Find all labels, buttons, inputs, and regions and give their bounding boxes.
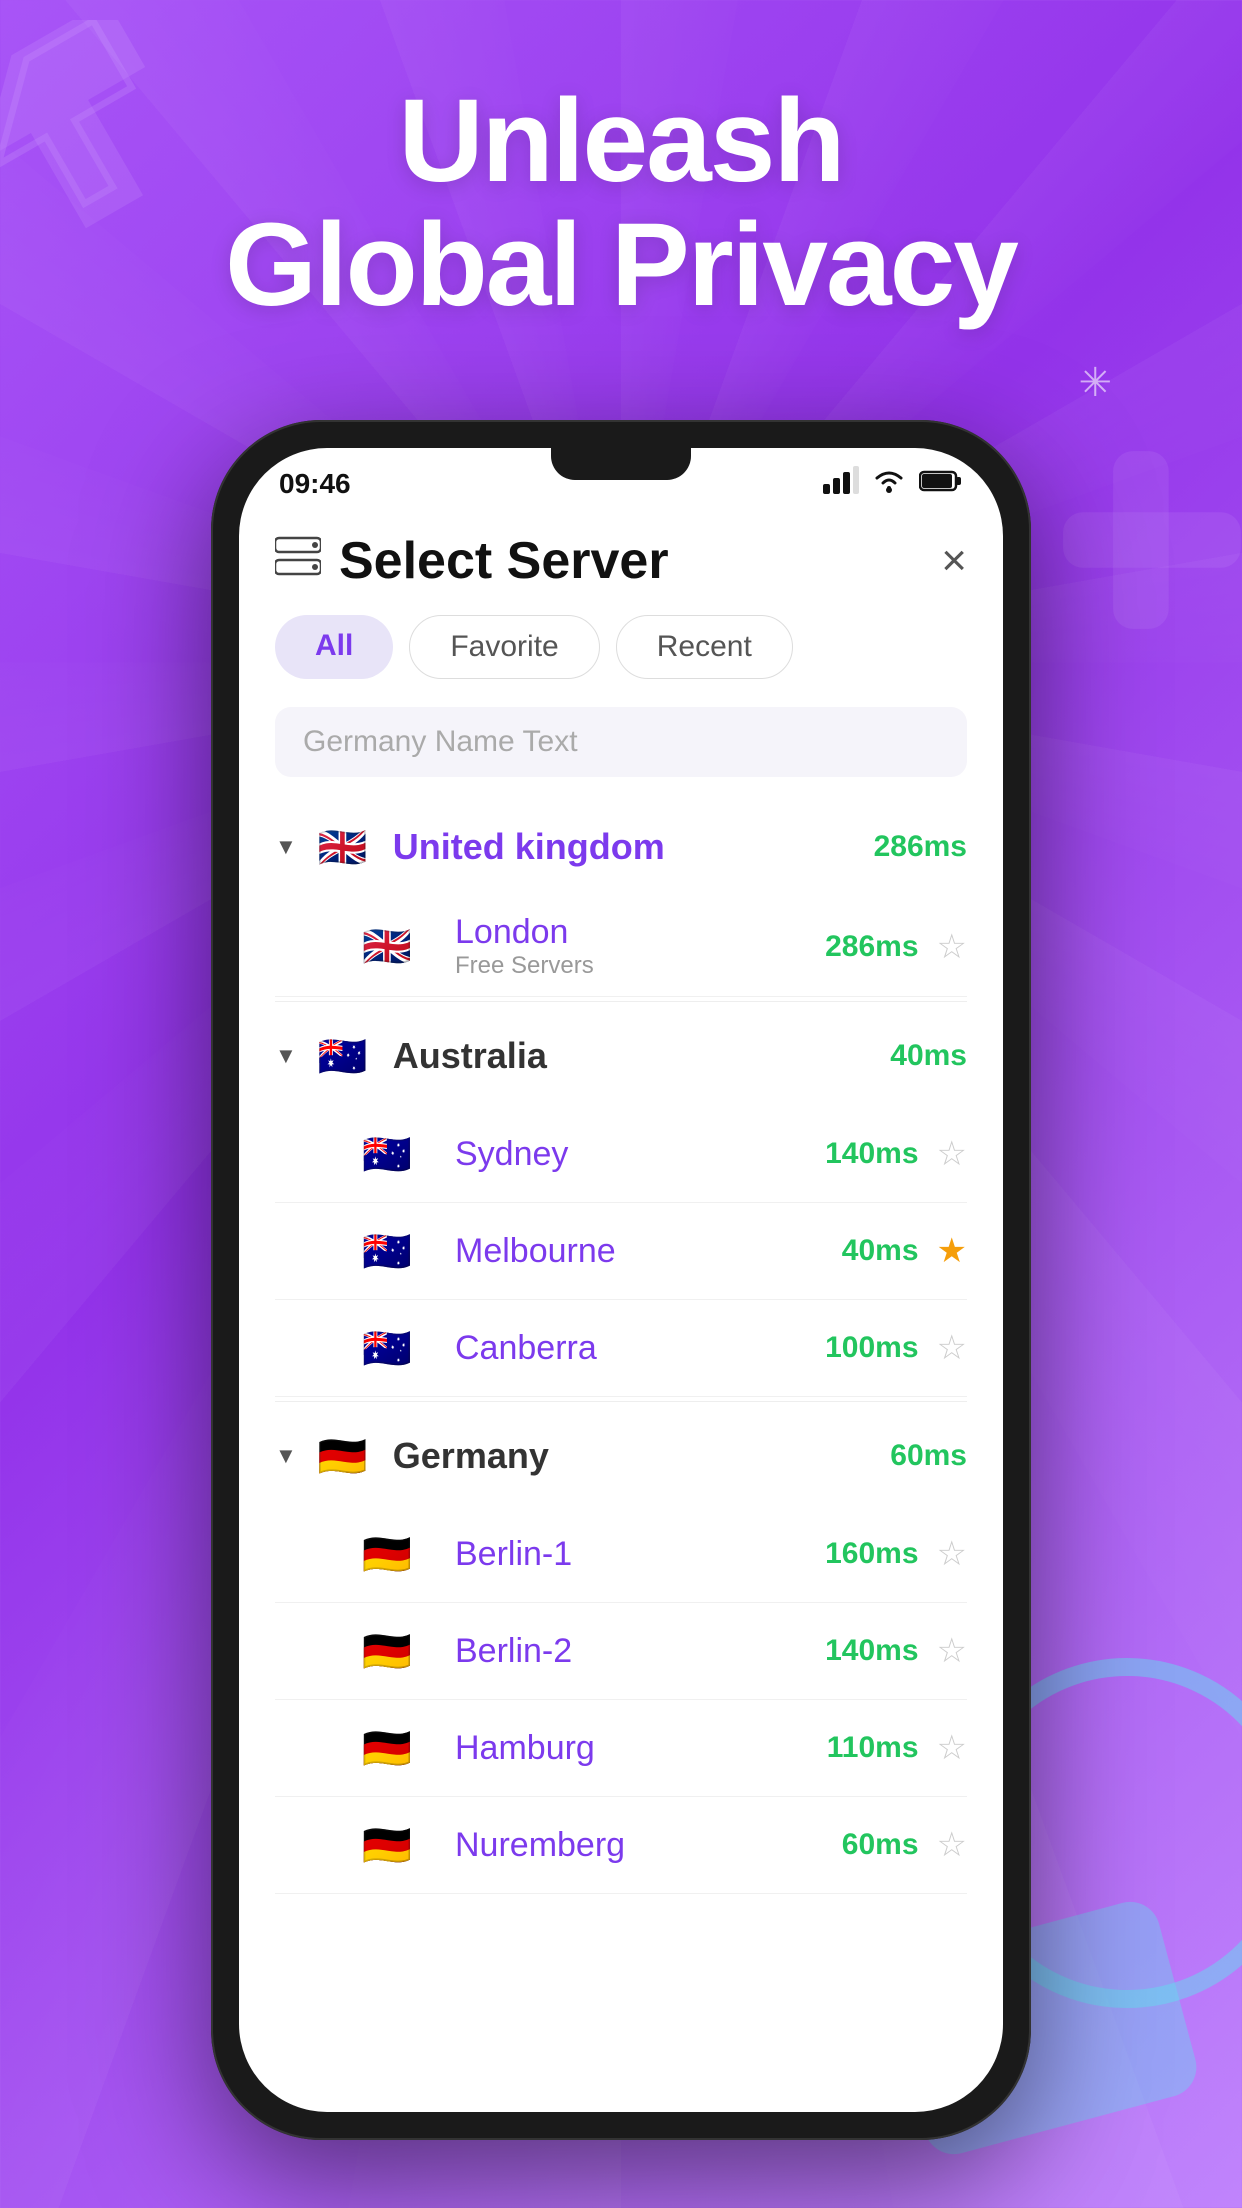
server-berlin2[interactable]: 🇩🇪 Berlin-2 140ms ☆ — [275, 1603, 967, 1700]
server-name-hamburg: Hamburg — [455, 1729, 827, 1768]
flag-hamburg: 🇩🇪 — [355, 1716, 419, 1780]
select-server-header: Select Server × — [275, 511, 967, 615]
latency-nuremberg: 60ms — [842, 1828, 919, 1862]
favorite-berlin1[interactable]: ☆ — [937, 1534, 967, 1574]
server-nuremberg-info: Nuremberg — [455, 1826, 842, 1865]
search-placeholder: Germany Name Text — [303, 725, 578, 758]
server-hamburg[interactable]: 🇩🇪 Hamburg 110ms ☆ — [275, 1700, 967, 1797]
latency-uk: 286ms — [874, 830, 967, 864]
server-list-icon — [275, 536, 321, 587]
flag-nuremberg: 🇩🇪 — [355, 1813, 419, 1877]
server-sydney-info: Sydney — [455, 1135, 825, 1174]
flag-germany: 🇩🇪 — [311, 1424, 375, 1488]
latency-berlin1: 160ms — [825, 1537, 918, 1571]
server-name-canberra: Canberra — [455, 1329, 825, 1368]
favorite-melbourne[interactable]: ★ — [937, 1231, 967, 1271]
favorite-london[interactable]: ☆ — [937, 927, 967, 967]
tab-favorite[interactable]: Favorite — [409, 615, 599, 679]
bg-shape-cross — [1052, 440, 1242, 640]
server-sydney[interactable]: 🇦🇺 Sydney 140ms ☆ — [275, 1106, 967, 1203]
status-icons — [823, 466, 963, 501]
latency-berlin2: 140ms — [825, 1634, 918, 1668]
app-content: Select Server × All Favorite Recent Germ… — [239, 511, 1003, 1894]
phone-screen: 09:46 — [239, 448, 1003, 2112]
latency-canberra: 100ms — [825, 1331, 918, 1365]
tabs-row: All Favorite Recent — [275, 615, 967, 679]
latency-germany: 60ms — [890, 1439, 967, 1473]
server-melbourne-info: Melbourne — [455, 1232, 842, 1271]
server-sub-london: Free Servers — [455, 952, 825, 980]
header-left: Select Server — [275, 531, 669, 591]
country-name-uk: United kingdom — [393, 826, 874, 868]
server-london-info: London Free Servers — [455, 913, 825, 980]
server-name-sydney: Sydney — [455, 1135, 825, 1174]
server-name-berlin1: Berlin-1 — [455, 1535, 825, 1574]
flag-sydney: 🇦🇺 — [355, 1122, 419, 1186]
headline-line1: Unleash — [0, 80, 1242, 204]
server-canberra-info: Canberra — [455, 1329, 825, 1368]
phone-mockup: 09:46 — [211, 420, 1031, 2140]
wifi-icon — [871, 466, 907, 501]
favorite-hamburg[interactable]: ☆ — [937, 1728, 967, 1768]
close-button[interactable]: × — [941, 536, 967, 586]
server-berlin2-info: Berlin-2 — [455, 1632, 825, 1671]
search-bar[interactable]: Germany Name Text — [275, 707, 967, 777]
tab-all[interactable]: All — [275, 615, 393, 679]
flag-melbourne: 🇦🇺 — [355, 1219, 419, 1283]
favorite-berlin2[interactable]: ☆ — [937, 1631, 967, 1671]
latency-melbourne: 40ms — [842, 1234, 919, 1268]
server-name-berlin2: Berlin-2 — [455, 1632, 825, 1671]
latency-hamburg: 110ms — [827, 1731, 919, 1765]
flag-australia: 🇦🇺 — [311, 1024, 375, 1088]
server-nuremberg[interactable]: 🇩🇪 Nuremberg 60ms ☆ — [275, 1797, 967, 1894]
headline: Unleash Global Privacy — [0, 80, 1242, 328]
bg-sparkle: ✳ — [1078, 360, 1112, 406]
server-canberra[interactable]: 🇦🇺 Canberra 100ms ☆ — [275, 1300, 967, 1397]
battery-icon — [919, 468, 963, 500]
server-name-london: London — [455, 913, 825, 952]
server-hamburg-info: Hamburg — [455, 1729, 827, 1768]
server-name-nuremberg: Nuremberg — [455, 1826, 842, 1865]
server-name-melbourne: Melbourne — [455, 1232, 842, 1271]
server-list: ▼ 🇬🇧 United kingdom 286ms 🇬🇧 London Free… — [275, 797, 967, 1894]
country-name-australia: Australia — [393, 1035, 890, 1077]
server-berlin1-info: Berlin-1 — [455, 1535, 825, 1574]
tab-recent[interactable]: Recent — [616, 615, 793, 679]
page-title: Select Server — [339, 531, 669, 591]
headline-line2: Global Privacy — [0, 204, 1242, 328]
server-berlin1[interactable]: 🇩🇪 Berlin-1 160ms ☆ — [275, 1506, 967, 1603]
phone-body: 09:46 — [211, 420, 1031, 2140]
server-melbourne[interactable]: 🇦🇺 Melbourne 40ms ★ — [275, 1203, 967, 1300]
divider-2 — [275, 1401, 967, 1402]
chevron-australia: ▼ — [275, 1043, 297, 1069]
flag-uk: 🇬🇧 — [311, 815, 375, 879]
flag-canberra: 🇦🇺 — [355, 1316, 419, 1380]
latency-sydney: 140ms — [825, 1137, 918, 1171]
latency-australia: 40ms — [890, 1039, 967, 1073]
chevron-uk: ▼ — [275, 834, 297, 860]
favorite-nuremberg[interactable]: ☆ — [937, 1825, 967, 1865]
country-germany[interactable]: ▼ 🇩🇪 Germany 60ms — [275, 1406, 967, 1506]
flag-berlin2: 🇩🇪 — [355, 1619, 419, 1683]
favorite-canberra[interactable]: ☆ — [937, 1328, 967, 1368]
country-uk[interactable]: ▼ 🇬🇧 United kingdom 286ms — [275, 797, 967, 897]
chevron-germany: ▼ — [275, 1443, 297, 1469]
signal-icon — [823, 466, 859, 501]
server-london[interactable]: 🇬🇧 London Free Servers 286ms ☆ — [275, 897, 967, 997]
flag-berlin1: 🇩🇪 — [355, 1522, 419, 1586]
phone-notch — [551, 448, 691, 480]
status-time: 09:46 — [279, 468, 351, 500]
country-australia[interactable]: ▼ 🇦🇺 Australia 40ms — [275, 1006, 967, 1106]
favorite-sydney[interactable]: ☆ — [937, 1134, 967, 1174]
divider-1 — [275, 1001, 967, 1002]
latency-london: 286ms — [825, 930, 918, 964]
flag-london: 🇬🇧 — [355, 915, 419, 979]
country-name-germany: Germany — [393, 1435, 890, 1477]
